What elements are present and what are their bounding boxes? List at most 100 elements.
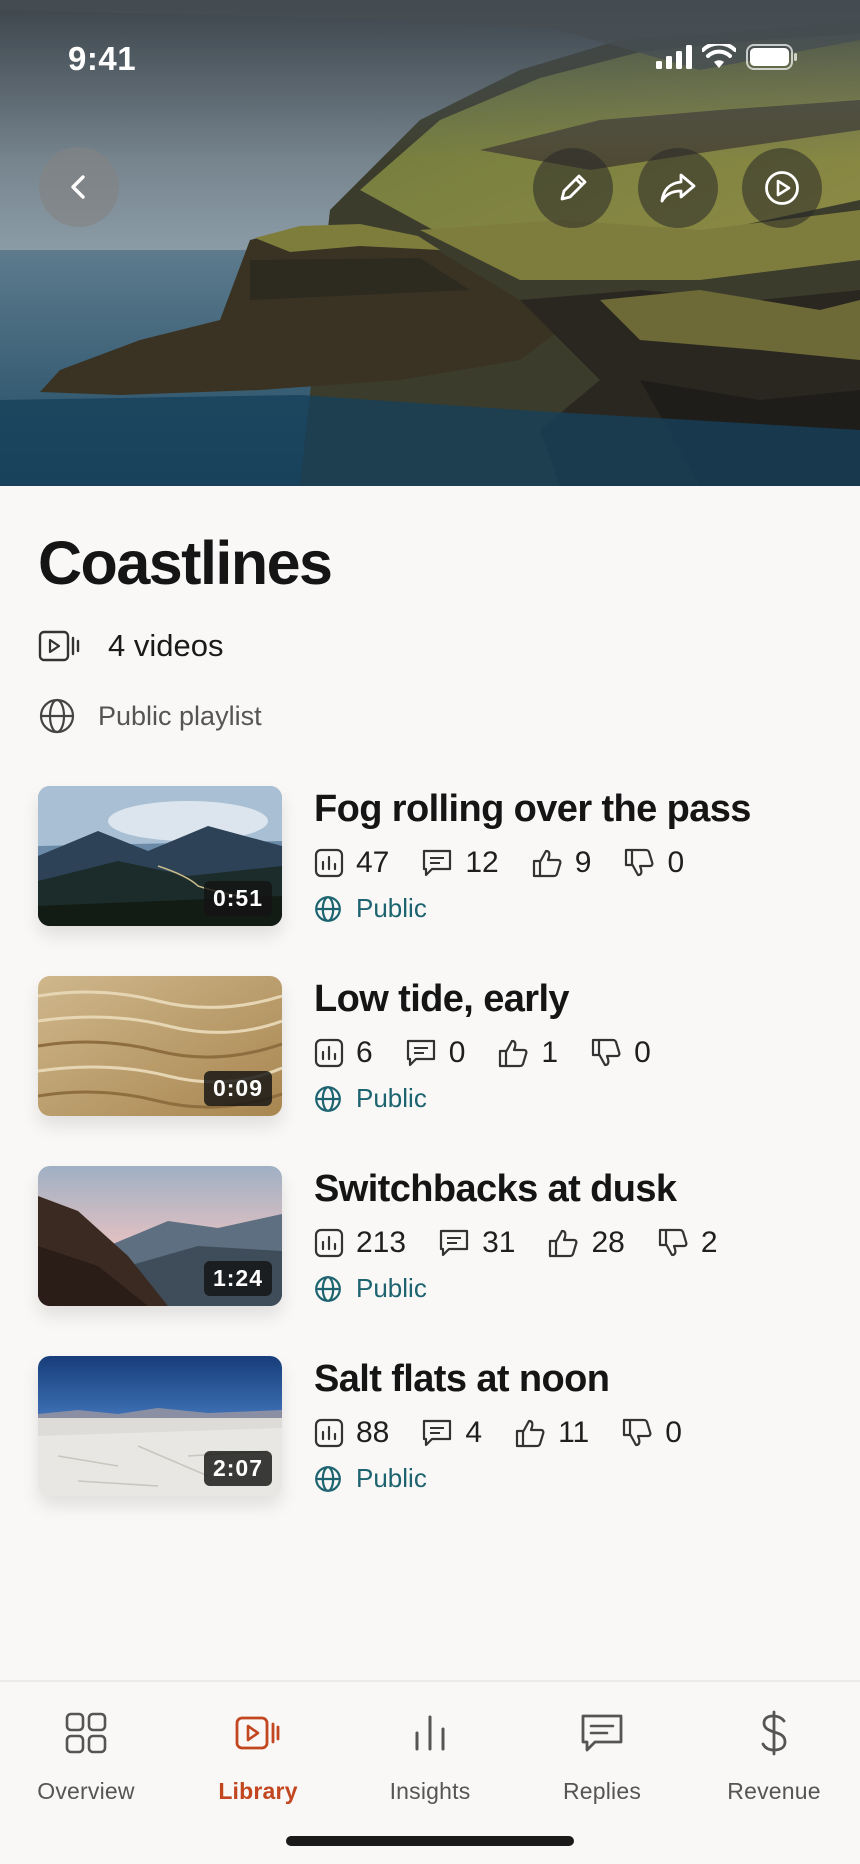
battery-icon: [746, 44, 797, 70]
visibility-label: Public: [356, 1083, 427, 1113]
thumbs-up-icon: [515, 1419, 545, 1448]
comments-stat: 12: [421, 846, 499, 880]
message-icon: [581, 1714, 623, 1752]
dislikes-count: 0: [665, 1416, 682, 1449]
playlist-title: Coastlines: [38, 529, 333, 597]
tab-label: Revenue: [727, 1778, 821, 1804]
tab-library[interactable]: Library: [172, 1708, 344, 1805]
video-visibility: Public: [314, 893, 751, 924]
globe-icon: [315, 1085, 341, 1112]
likes-count: 1: [541, 1036, 559, 1069]
bar-chart-icon: [314, 1418, 344, 1448]
views-stat: 47: [314, 846, 389, 880]
video-thumbnail[interactable]: 1:24: [38, 1166, 282, 1306]
tab-label: Overview: [37, 1778, 135, 1804]
tab-replies[interactable]: Replies: [516, 1708, 688, 1805]
likes-stat: 28: [547, 1226, 625, 1260]
bar-chart-icon: [314, 848, 344, 878]
views-count: 6: [356, 1036, 373, 1069]
globe-icon: [315, 1465, 341, 1492]
video-title[interactable]: Switchbacks at dusk: [314, 1168, 750, 1211]
likes-stat: 1: [497, 1036, 558, 1070]
views-stat: 6: [314, 1036, 373, 1070]
video-count-row: 4 videos: [38, 628, 223, 664]
video-list-item[interactable]: 2:07 Salt flats at noon 88 4 11 0 Public: [38, 1356, 838, 1546]
tab-insights[interactable]: Insights: [344, 1708, 516, 1805]
visibility-label: Public: [356, 1273, 427, 1303]
video-info: Switchbacks at dusk 213 31 28 2 Public: [314, 1166, 750, 1304]
video-duration: 2:07: [203, 1451, 272, 1486]
views-stat: 88: [314, 1416, 389, 1450]
thumbs-up-icon: [499, 1039, 528, 1068]
dislikes-count: 2: [700, 1226, 718, 1259]
video-info: Fog rolling over the pass 47 12 9 0 Publ…: [314, 786, 751, 924]
dislikes-count: 0: [634, 1036, 651, 1069]
bar-chart-icon: [415, 1715, 445, 1751]
tab-overview[interactable]: Overview: [0, 1708, 172, 1805]
video-thumbnail[interactable]: 0:51: [38, 786, 282, 926]
video-title[interactable]: Salt flats at noon: [314, 1358, 714, 1401]
video-library-icon: [235, 1716, 280, 1750]
video-list: 0:51 Fog rolling over the pass 47 12 9 0…: [38, 786, 838, 1546]
video-duration: 0:51: [203, 881, 272, 916]
video-count: 4 videos: [108, 628, 224, 663]
globe-icon: [39, 698, 75, 734]
comments-count: 12: [465, 846, 499, 879]
edit-playlist-button[interactable]: [533, 148, 613, 228]
video-info: Low tide, early 6 0 1 0 Public: [314, 976, 683, 1114]
likes-stat: 9: [531, 846, 592, 880]
dislikes-stat: 2: [657, 1226, 718, 1260]
likes-count: 11: [558, 1416, 590, 1449]
views-count: 88: [356, 1416, 390, 1449]
video-list-item[interactable]: 1:24 Switchbacks at dusk 213 31 28 2 Pub…: [38, 1166, 838, 1356]
video-thumbnail[interactable]: 0:09: [38, 976, 282, 1116]
thumbs-up-icon: [549, 1229, 578, 1258]
video-title[interactable]: Low tide, early: [314, 978, 683, 1021]
tab-label: Library: [218, 1778, 298, 1804]
back-button[interactable]: [39, 147, 119, 227]
home-indicator: [286, 1836, 574, 1846]
globe-icon: [315, 1275, 341, 1302]
video-stats: 6 0 1 0: [314, 1033, 683, 1073]
status-icons: [656, 44, 798, 70]
dislikes-count: 0: [667, 846, 685, 879]
visibility-label: Public: [356, 893, 427, 923]
video-thumbnail[interactable]: 2:07: [38, 1356, 282, 1496]
play-circle-icon: [765, 171, 799, 205]
comments-count: 0: [448, 1036, 466, 1069]
views-stat: 213: [314, 1226, 406, 1260]
share-arrow-icon: [660, 173, 696, 203]
comment-icon: [439, 1229, 469, 1257]
video-visibility: Public: [314, 1463, 714, 1494]
video-list-item[interactable]: 0:51 Fog rolling over the pass 47 12 9 0…: [38, 786, 838, 976]
thumbs-down-icon: [623, 1418, 652, 1447]
playlist-visibility: Public playlist: [98, 700, 262, 731]
video-visibility: Public: [314, 1083, 683, 1114]
bar-chart-icon: [314, 1038, 344, 1068]
wifi-icon: [702, 44, 736, 68]
likes-stat: 11: [514, 1416, 589, 1450]
tab-label: Insights: [389, 1778, 471, 1804]
playlist-cover-image: 9:41: [0, 0, 860, 486]
video-stats: 88 4 11 0: [314, 1413, 714, 1453]
chevron-left-icon: [71, 175, 85, 199]
status-time: 9:41: [68, 40, 137, 77]
video-info: Salt flats at noon 88 4 11 0 Public: [314, 1356, 714, 1494]
video-list-item[interactable]: 0:09 Low tide, early 6 0 1 0 Public: [38, 976, 838, 1166]
playlist-visibility-row: Public playlist: [38, 697, 262, 735]
thumbs-down-icon: [591, 1038, 621, 1067]
likes-count: 9: [574, 846, 592, 879]
grid-icon: [65, 1712, 107, 1754]
dislikes-stat: 0: [623, 846, 684, 880]
comment-icon: [423, 849, 452, 877]
signal-icon: [656, 45, 692, 69]
comment-icon: [406, 1039, 435, 1067]
comments-count: 4: [465, 1416, 483, 1449]
tab-revenue[interactable]: Revenue: [688, 1708, 860, 1805]
share-button[interactable]: [638, 148, 718, 228]
pencil-icon: [560, 174, 587, 201]
globe-icon: [315, 895, 341, 922]
video-stats: 213 31 28 2: [314, 1223, 750, 1263]
play-all-button[interactable]: [742, 148, 822, 228]
video-title[interactable]: Fog rolling over the pass: [314, 788, 751, 831]
